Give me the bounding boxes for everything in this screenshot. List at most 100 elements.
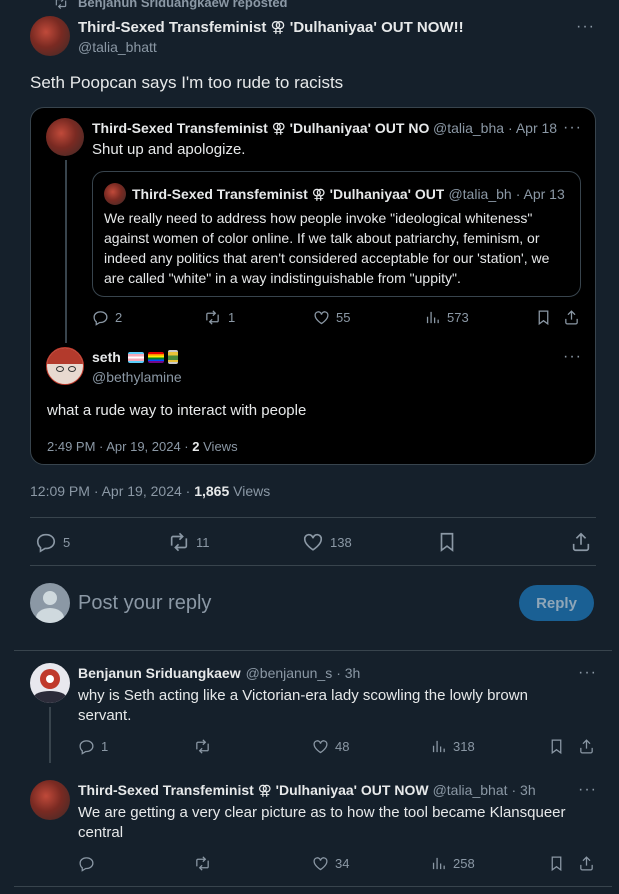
repost-header[interactable]: Benjanun Sriduangkaew reposted (54, 0, 288, 10)
reply-count: 5 (63, 534, 71, 550)
divider (30, 517, 596, 518)
reply2-avatar[interactable] (30, 780, 70, 820)
reply2-reply-action[interactable] (78, 855, 95, 872)
quoted-author-name[interactable]: Third-Sexed Transfeminist ⚢ 'Dulhaniyaa'… (92, 120, 429, 137)
nested-avatar (104, 183, 126, 205)
seth-text: what a rude way to interact with people (47, 402, 307, 419)
reply2-bookmark-action[interactable] (548, 855, 565, 872)
quoted-like-count: 55 (336, 310, 351, 325)
divider (14, 650, 612, 651)
quoted-avatar[interactable] (46, 118, 84, 156)
quoted-reply-count: 2 (115, 310, 123, 325)
seth-timestamp: 2:49 PM · Apr 19, 2024 · 2 Views (47, 439, 238, 454)
quoted-author-handle[interactable]: @talia_bha (433, 120, 504, 137)
seth-more-icon[interactable]: ··· (563, 348, 582, 366)
bookmark-icon (548, 738, 565, 755)
reply1-views-action[interactable]: 318 (430, 738, 475, 755)
reply1-author-handle[interactable]: @benjanun_s (246, 665, 333, 681)
can-icon (167, 350, 178, 364)
reply2-date[interactable]: · 3h (512, 782, 536, 799)
heart-icon (313, 309, 330, 326)
quoted-views-count: 573 (447, 310, 469, 325)
post-time[interactable]: 12:09 PM · Apr 19, 2024 · (30, 483, 190, 499)
seth-author-name[interactable]: seth (92, 349, 121, 365)
seth-views-count: 2 (192, 439, 200, 454)
reply-connector (49, 707, 51, 763)
quoted-bookmark-action[interactable] (535, 309, 552, 326)
nested-date: · Apr 13 (515, 186, 565, 202)
quoted-repost-action[interactable]: 1 (203, 309, 235, 326)
share-icon (578, 738, 595, 755)
reply1-text: why is Seth acting like a Victorian-era … (78, 687, 528, 724)
reply2-author-handle[interactable]: @talia_bhat (433, 782, 508, 799)
user-avatar[interactable] (30, 583, 70, 623)
seth-header: seth (92, 349, 178, 365)
reply1-views-count: 318 (453, 739, 475, 754)
rainbow-flag-icon (147, 351, 164, 363)
bookmark-icon (436, 531, 458, 553)
share-icon (570, 531, 592, 553)
repost-action[interactable]: 11 (168, 531, 210, 553)
quoted-share-action[interactable] (563, 309, 580, 326)
bookmark-action[interactable] (436, 531, 458, 553)
reply2-text: We are getting a very clear picture as t… (78, 804, 566, 841)
repost-icon (168, 531, 190, 553)
reply1-more-icon[interactable]: ··· (578, 664, 597, 682)
reply-input[interactable] (78, 588, 498, 618)
reply1-reply-action[interactable]: 1 (78, 738, 108, 755)
nested-text: We really need to address how people inv… (104, 210, 550, 286)
author-handle[interactable]: @talia_bhatt (78, 39, 157, 55)
reply-icon (78, 855, 95, 872)
share-icon (578, 855, 595, 872)
divider (30, 565, 596, 566)
post-text: Seth Poopcan says I'm too rude to racist… (30, 73, 344, 92)
repost-icon (193, 738, 212, 755)
reply2-views-action[interactable]: 258 (430, 855, 475, 872)
reply1-share-action[interactable] (578, 738, 595, 755)
reply2-author-name[interactable]: Third-Sexed Transfeminist ⚢ 'Dulhaniyaa'… (78, 782, 429, 799)
quoted-reply-action[interactable]: 2 (92, 309, 122, 326)
post-views-label: Views (233, 483, 271, 499)
trans-flag-icon (127, 351, 144, 363)
share-icon (563, 309, 580, 326)
heart-icon (312, 855, 329, 872)
quoted-header: Third-Sexed Transfeminist ⚢ 'Dulhaniyaa'… (92, 120, 560, 137)
bar-chart-icon (430, 855, 447, 872)
nested-author-handle: @talia_bh (448, 186, 512, 202)
post-timestamp: 12:09 PM · Apr 19, 2024 · 1,865 Views (30, 483, 270, 499)
reply2-repost-action[interactable] (193, 855, 212, 872)
quoted-date[interactable]: · Apr 18 (508, 120, 557, 137)
bookmark-icon (548, 855, 565, 872)
reply1-bookmark-action[interactable] (548, 738, 565, 755)
divider (14, 886, 612, 887)
post-views-count: 1,865 (194, 483, 230, 499)
reply2-share-action[interactable] (578, 855, 595, 872)
quoted-like-action[interactable]: 55 (313, 309, 350, 326)
seth-time[interactable]: 2:49 PM · Apr 19, 2024 · (47, 439, 189, 454)
repost-label: Benjanun Sriduangkaew reposted (78, 0, 288, 10)
reply2-like-action[interactable]: 34 (312, 855, 349, 872)
reply1-author-name[interactable]: Benjanun Sriduangkaew (78, 665, 241, 681)
bookmark-icon (535, 309, 552, 326)
reply-button[interactable]: Reply (519, 585, 594, 621)
repost-count: 11 (196, 534, 210, 550)
like-action[interactable]: 138 (302, 531, 352, 553)
reply2-views-count: 258 (453, 856, 475, 871)
more-icon[interactable]: ··· (576, 18, 595, 36)
seth-avatar[interactable] (46, 347, 84, 385)
author-name[interactable]: Third-Sexed Transfeminist ⚢ 'Dulhaniyaa'… (78, 18, 478, 36)
reply1-like-action[interactable]: 48 (312, 738, 349, 755)
reply2-more-icon[interactable]: ··· (578, 781, 597, 799)
reply-icon (78, 738, 95, 755)
share-action[interactable] (570, 531, 592, 553)
like-count: 138 (330, 534, 352, 550)
quoted-views-action[interactable]: 573 (424, 309, 469, 326)
author-avatar[interactable] (30, 16, 70, 56)
reply1-date[interactable]: · 3h (336, 665, 360, 681)
quoted-more-icon[interactable]: ··· (563, 119, 582, 137)
reply1-avatar[interactable] (30, 663, 70, 703)
seth-author-handle[interactable]: @bethylamine (92, 369, 182, 385)
reply1-repost-action[interactable] (193, 738, 212, 755)
reply-action[interactable]: 5 (35, 531, 70, 553)
heart-icon (312, 738, 329, 755)
